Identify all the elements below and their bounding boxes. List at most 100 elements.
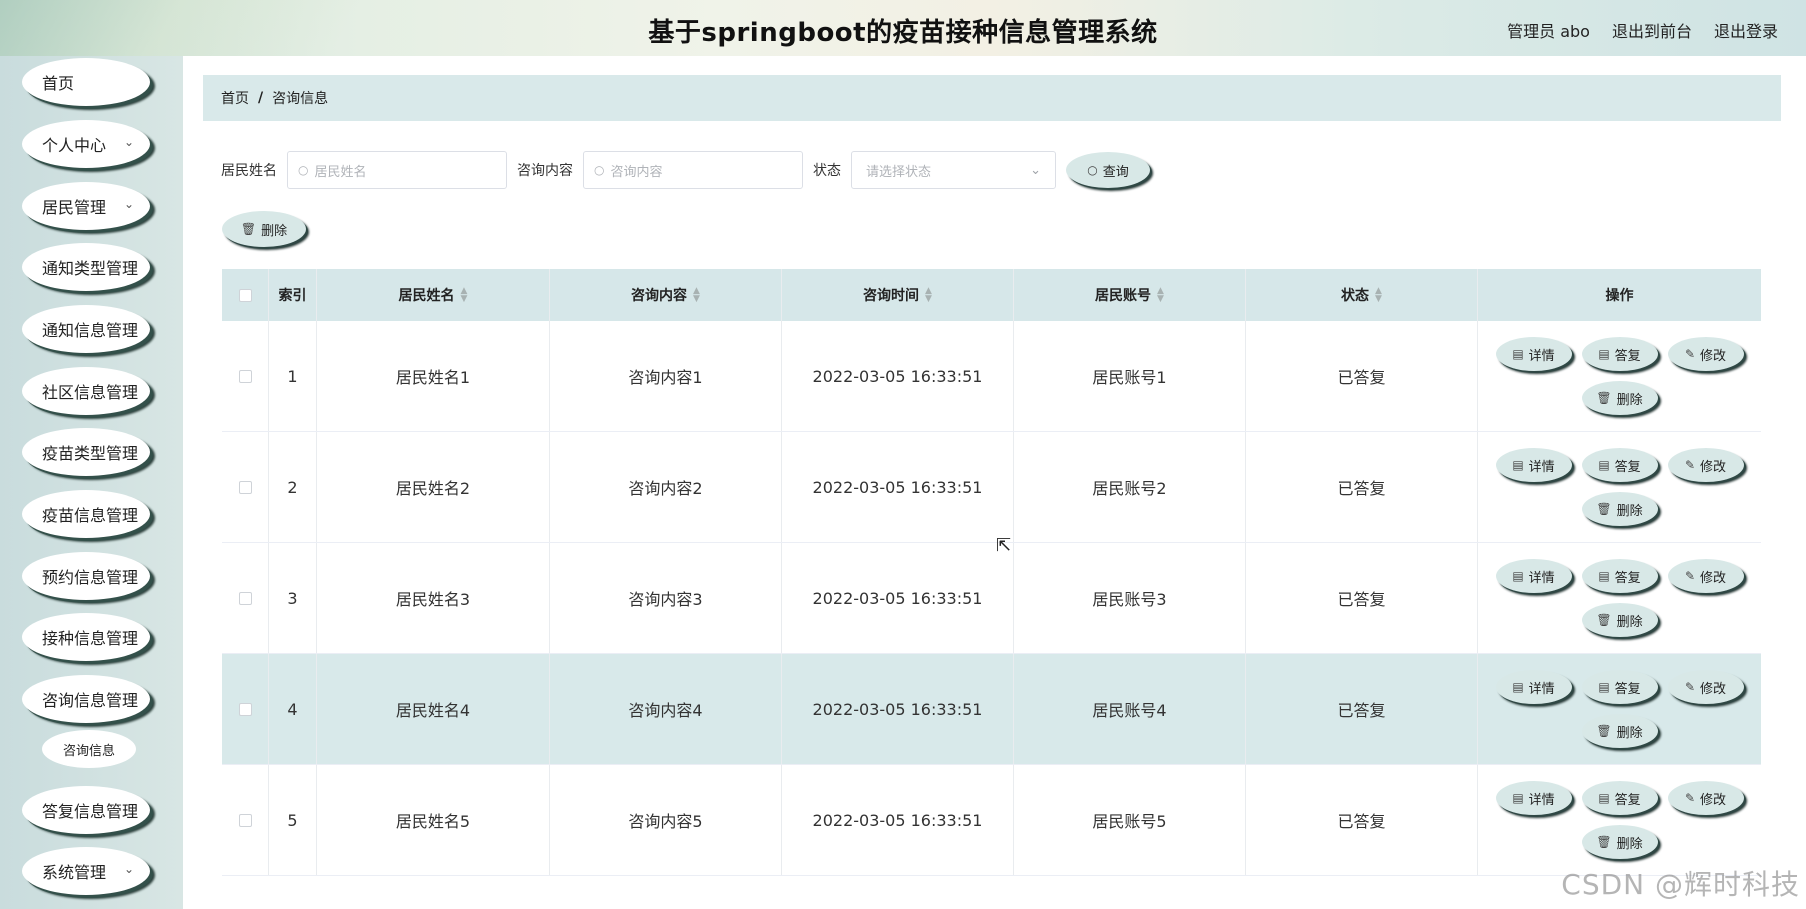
consult-content-input[interactable]: ○ 咨询内容 [583, 151, 803, 189]
reply-button[interactable]: ▤ 答复 [1581, 559, 1658, 593]
edit-button[interactable]: ✎ 修改 [1667, 337, 1744, 371]
consult-content-label: 咨询内容 [517, 163, 573, 179]
col-header-resident-account[interactable]: 居民账号 ▲ ▼ [1014, 269, 1246, 321]
col-header-consult-content[interactable]: 咨询内容 ▲ ▼ [550, 269, 782, 321]
delete-button[interactable]: 🗑 删除 [1581, 603, 1658, 637]
cell-resident-account: 居民账号2 [1014, 432, 1246, 542]
cell-consult-time: 2022-03-05 16:33:51 [782, 432, 1014, 542]
delete-button[interactable]: 🗑 删除 [1581, 492, 1658, 526]
cell-resident-name: 居民姓名5 [317, 765, 550, 875]
sort-icon[interactable]: ▲ ▼ [1157, 287, 1164, 304]
trash-icon: 🗑 [1596, 391, 1612, 405]
sidebar-item-personal-center[interactable]: 个人中心 ⌄ [22, 120, 150, 168]
edit-button-label: 修改 [1700, 792, 1727, 808]
cell-resident-account: 居民账号4 [1014, 654, 1246, 764]
edit-button[interactable]: ✎ 修改 [1667, 781, 1744, 815]
cell-status: 已答复 [1246, 765, 1478, 875]
cell-consult-content: 咨询内容1 [550, 321, 782, 431]
reply-button-label: 答复 [1614, 570, 1641, 586]
logout-link[interactable]: 退出登录 [1714, 18, 1778, 42]
sort-icon[interactable]: ▲ ▼ [925, 287, 932, 304]
detail-button[interactable]: ▤ 详情 [1495, 337, 1572, 371]
delete-button[interactable]: 🗑 删除 [1581, 714, 1658, 748]
sidebar-item-resident-management[interactable]: 居民管理 ⌄ [22, 182, 150, 230]
sidebar-item-appointment-info-management[interactable]: 预约信息管理 [22, 552, 150, 600]
col-header-consult-time[interactable]: 咨询时间 ▲ ▼ [782, 269, 1014, 321]
document-icon: ▤ [1512, 458, 1524, 472]
sidebar-item-system-management[interactable]: 系统管理 ⌄ [22, 847, 150, 895]
document-icon: ▤ [1512, 791, 1524, 805]
cell-consult-content: 咨询内容2 [550, 432, 782, 542]
reply-button-label: 答复 [1614, 681, 1641, 697]
row-checkbox[interactable] [238, 591, 252, 605]
sidebar-item-label: 疫苗信息管理 [42, 506, 139, 525]
sidebar-item-home[interactable]: 首页 [22, 58, 150, 106]
col-header-label: 状态 [1341, 288, 1370, 304]
row-checkbox[interactable] [238, 813, 252, 827]
cell-index: 3 [269, 543, 317, 653]
detail-button-label: 详情 [1528, 348, 1555, 364]
detail-button[interactable]: ▤ 详情 [1495, 559, 1572, 593]
breadcrumb-home[interactable]: 首页 [221, 88, 249, 108]
cell-resident-name: 居民姓名3 [317, 543, 550, 653]
consult-content-placeholder: 咨询内容 [610, 164, 663, 180]
sidebar-item-community-info-management[interactable]: 社区信息管理 [22, 367, 150, 415]
sidebar-item-notice-type-management[interactable]: 通知类型管理 [22, 243, 150, 291]
edit-button[interactable]: ✎ 修改 [1667, 448, 1744, 482]
edit-button[interactable]: ✎ 修改 [1667, 559, 1744, 593]
sidebar-item-label: 答复信息管理 [42, 802, 139, 821]
reply-button[interactable]: ▤ 答复 [1581, 670, 1658, 704]
cell-index: 5 [269, 765, 317, 875]
sidebar-subitem-consult-info[interactable]: 咨询信息 [42, 730, 136, 768]
sidebar-item-label: 社区信息管理 [42, 383, 139, 402]
delete-button[interactable]: 🗑 删除 [1581, 381, 1658, 415]
query-button[interactable]: ○ 查询 [1066, 152, 1150, 188]
detail-button[interactable]: ▤ 详情 [1495, 781, 1572, 815]
cell-index: 1 [269, 321, 317, 431]
row-checkbox[interactable] [238, 702, 252, 716]
status-select[interactable]: 请选择状态 ⌄ [851, 151, 1056, 189]
search-icon: ○ [1087, 163, 1098, 177]
sort-icon[interactable]: ▲ ▼ [1375, 287, 1382, 304]
detail-button[interactable]: ▤ 详情 [1495, 448, 1572, 482]
cell-resident-name: 居民姓名2 [317, 432, 550, 542]
sidebar-item-consult-info-management[interactable]: 咨询信息管理 [22, 675, 150, 723]
cell-consult-time: 2022-03-05 16:33:51 [782, 543, 1014, 653]
select-all-checkbox[interactable] [238, 288, 252, 302]
pencil-icon: ✎ [1684, 680, 1696, 694]
trash-icon: 🗑 [1596, 724, 1612, 738]
cell-status: 已答复 [1246, 321, 1478, 431]
sidebar-item-vaccine-type-management[interactable]: 疫苗类型管理 [22, 428, 150, 476]
sidebar-item-vaccination-info-management[interactable]: 接种信息管理 [22, 613, 150, 661]
sort-icon[interactable]: ▲ ▼ [461, 287, 468, 304]
edit-button[interactable]: ✎ 修改 [1667, 670, 1744, 704]
sidebar-item-notice-info-management[interactable]: 通知信息管理 [22, 305, 150, 353]
query-button-label: 查询 [1102, 164, 1129, 180]
cell-actions: ▤ 详情 ▤ 答复 ✎ 修改 🗑 删除 [1478, 321, 1761, 431]
reply-button[interactable]: ▤ 答复 [1581, 781, 1658, 815]
cell-resident-name: 居民姓名4 [317, 654, 550, 764]
pencil-icon: ✎ [1684, 347, 1696, 361]
sidebar-item-label: 首页 [42, 74, 75, 93]
cell-resident-account: 居民账号1 [1014, 321, 1246, 431]
cell-status: 已答复 [1246, 432, 1478, 542]
pencil-icon: ✎ [1684, 458, 1696, 472]
row-checkbox[interactable] [238, 369, 252, 383]
col-header-label: 咨询时间 [863, 288, 920, 304]
batch-delete-button[interactable]: 🗑 删除 [222, 211, 306, 247]
delete-button[interactable]: 🗑 删除 [1581, 825, 1658, 859]
col-header-status[interactable]: 状态 ▲ ▼ [1246, 269, 1478, 321]
reply-button[interactable]: ▤ 答复 [1581, 337, 1658, 371]
sidebar-item-reply-info-management[interactable]: 答复信息管理 [22, 786, 150, 834]
col-header-label: 居民姓名 [398, 288, 455, 304]
trash-icon: 🗑 [1596, 502, 1612, 516]
sort-icon[interactable]: ▲ ▼ [693, 287, 700, 304]
col-header-resident-name[interactable]: 居民姓名 ▲ ▼ [317, 269, 550, 321]
reply-button[interactable]: ▤ 答复 [1581, 448, 1658, 482]
exit-to-front-link[interactable]: 退出到前台 [1612, 18, 1692, 42]
row-checkbox[interactable] [238, 480, 252, 494]
resident-name-input[interactable]: ○ 居民姓名 [287, 151, 507, 189]
edit-button-label: 修改 [1700, 681, 1727, 697]
sidebar-item-vaccine-info-management[interactable]: 疫苗信息管理 [22, 490, 150, 538]
detail-button[interactable]: ▤ 详情 [1495, 670, 1572, 704]
